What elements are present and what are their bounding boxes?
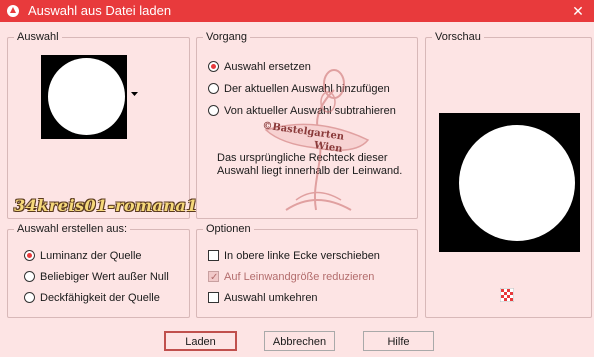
radio-label: Luminanz der Quelle bbox=[40, 250, 142, 262]
title-bar: Auswahl aus Datei laden ✕ bbox=[0, 0, 594, 22]
checkbox-label: Auswahl umkehren bbox=[224, 292, 318, 304]
checkbox-box: ✓ bbox=[208, 271, 219, 283]
hilfe-button[interactable]: Hilfe bbox=[363, 331, 434, 351]
window-title: Auswahl aus Datei laden bbox=[28, 3, 172, 18]
laden-button[interactable]: Laden bbox=[164, 331, 237, 351]
auswahl-erstellen-group-title: Auswahl erstellen aus: bbox=[14, 222, 131, 236]
checkbox-box bbox=[208, 250, 219, 261]
radio-label: Der aktuellen Auswahl hinzufügen bbox=[224, 83, 390, 95]
radio-dot bbox=[24, 271, 35, 282]
vorgang-description: Das ursprüngliche Rechteck dieser Auswah… bbox=[217, 152, 403, 177]
checkbox-label: Auf Leinwandgröße reduzieren bbox=[224, 271, 375, 283]
radio-dot bbox=[208, 105, 219, 116]
selection-thumbnail[interactable] bbox=[41, 55, 127, 139]
thumbnail-circle bbox=[48, 58, 125, 135]
radio-dot bbox=[208, 61, 219, 72]
radio-label: Deckfähigkeit der Quelle bbox=[40, 292, 160, 304]
radio-label: Von aktueller Auswahl subtrahieren bbox=[224, 105, 396, 117]
preview-canvas bbox=[439, 113, 580, 252]
radio-dot bbox=[24, 292, 35, 303]
checkmark-icon: ✓ bbox=[210, 272, 219, 283]
abbrechen-button[interactable]: Abbrechen bbox=[264, 331, 335, 351]
optionen-group-title: Optionen bbox=[203, 222, 254, 236]
transparency-checker-icon[interactable] bbox=[500, 288, 514, 302]
auswahl-group-title: Auswahl bbox=[14, 30, 62, 44]
vorgang-group-title: Vorgang bbox=[203, 30, 250, 44]
radio-dot bbox=[208, 83, 219, 94]
checkbox-label: In obere linke Ecke verschieben bbox=[224, 250, 380, 262]
preview-circle bbox=[459, 125, 575, 241]
dropdown-arrow-icon[interactable] bbox=[131, 92, 138, 97]
selection-source-name: 34kreis01-romana1 bbox=[14, 196, 198, 215]
radio-dot bbox=[24, 250, 35, 261]
vorschau-group-title: Vorschau bbox=[432, 30, 484, 44]
checkbox-box bbox=[208, 292, 219, 303]
app-icon bbox=[7, 5, 19, 17]
radio-label: Beliebiger Wert außer Null bbox=[40, 271, 169, 283]
close-icon[interactable]: ✕ bbox=[566, 1, 590, 21]
radio-label: Auswahl ersetzen bbox=[224, 61, 311, 73]
